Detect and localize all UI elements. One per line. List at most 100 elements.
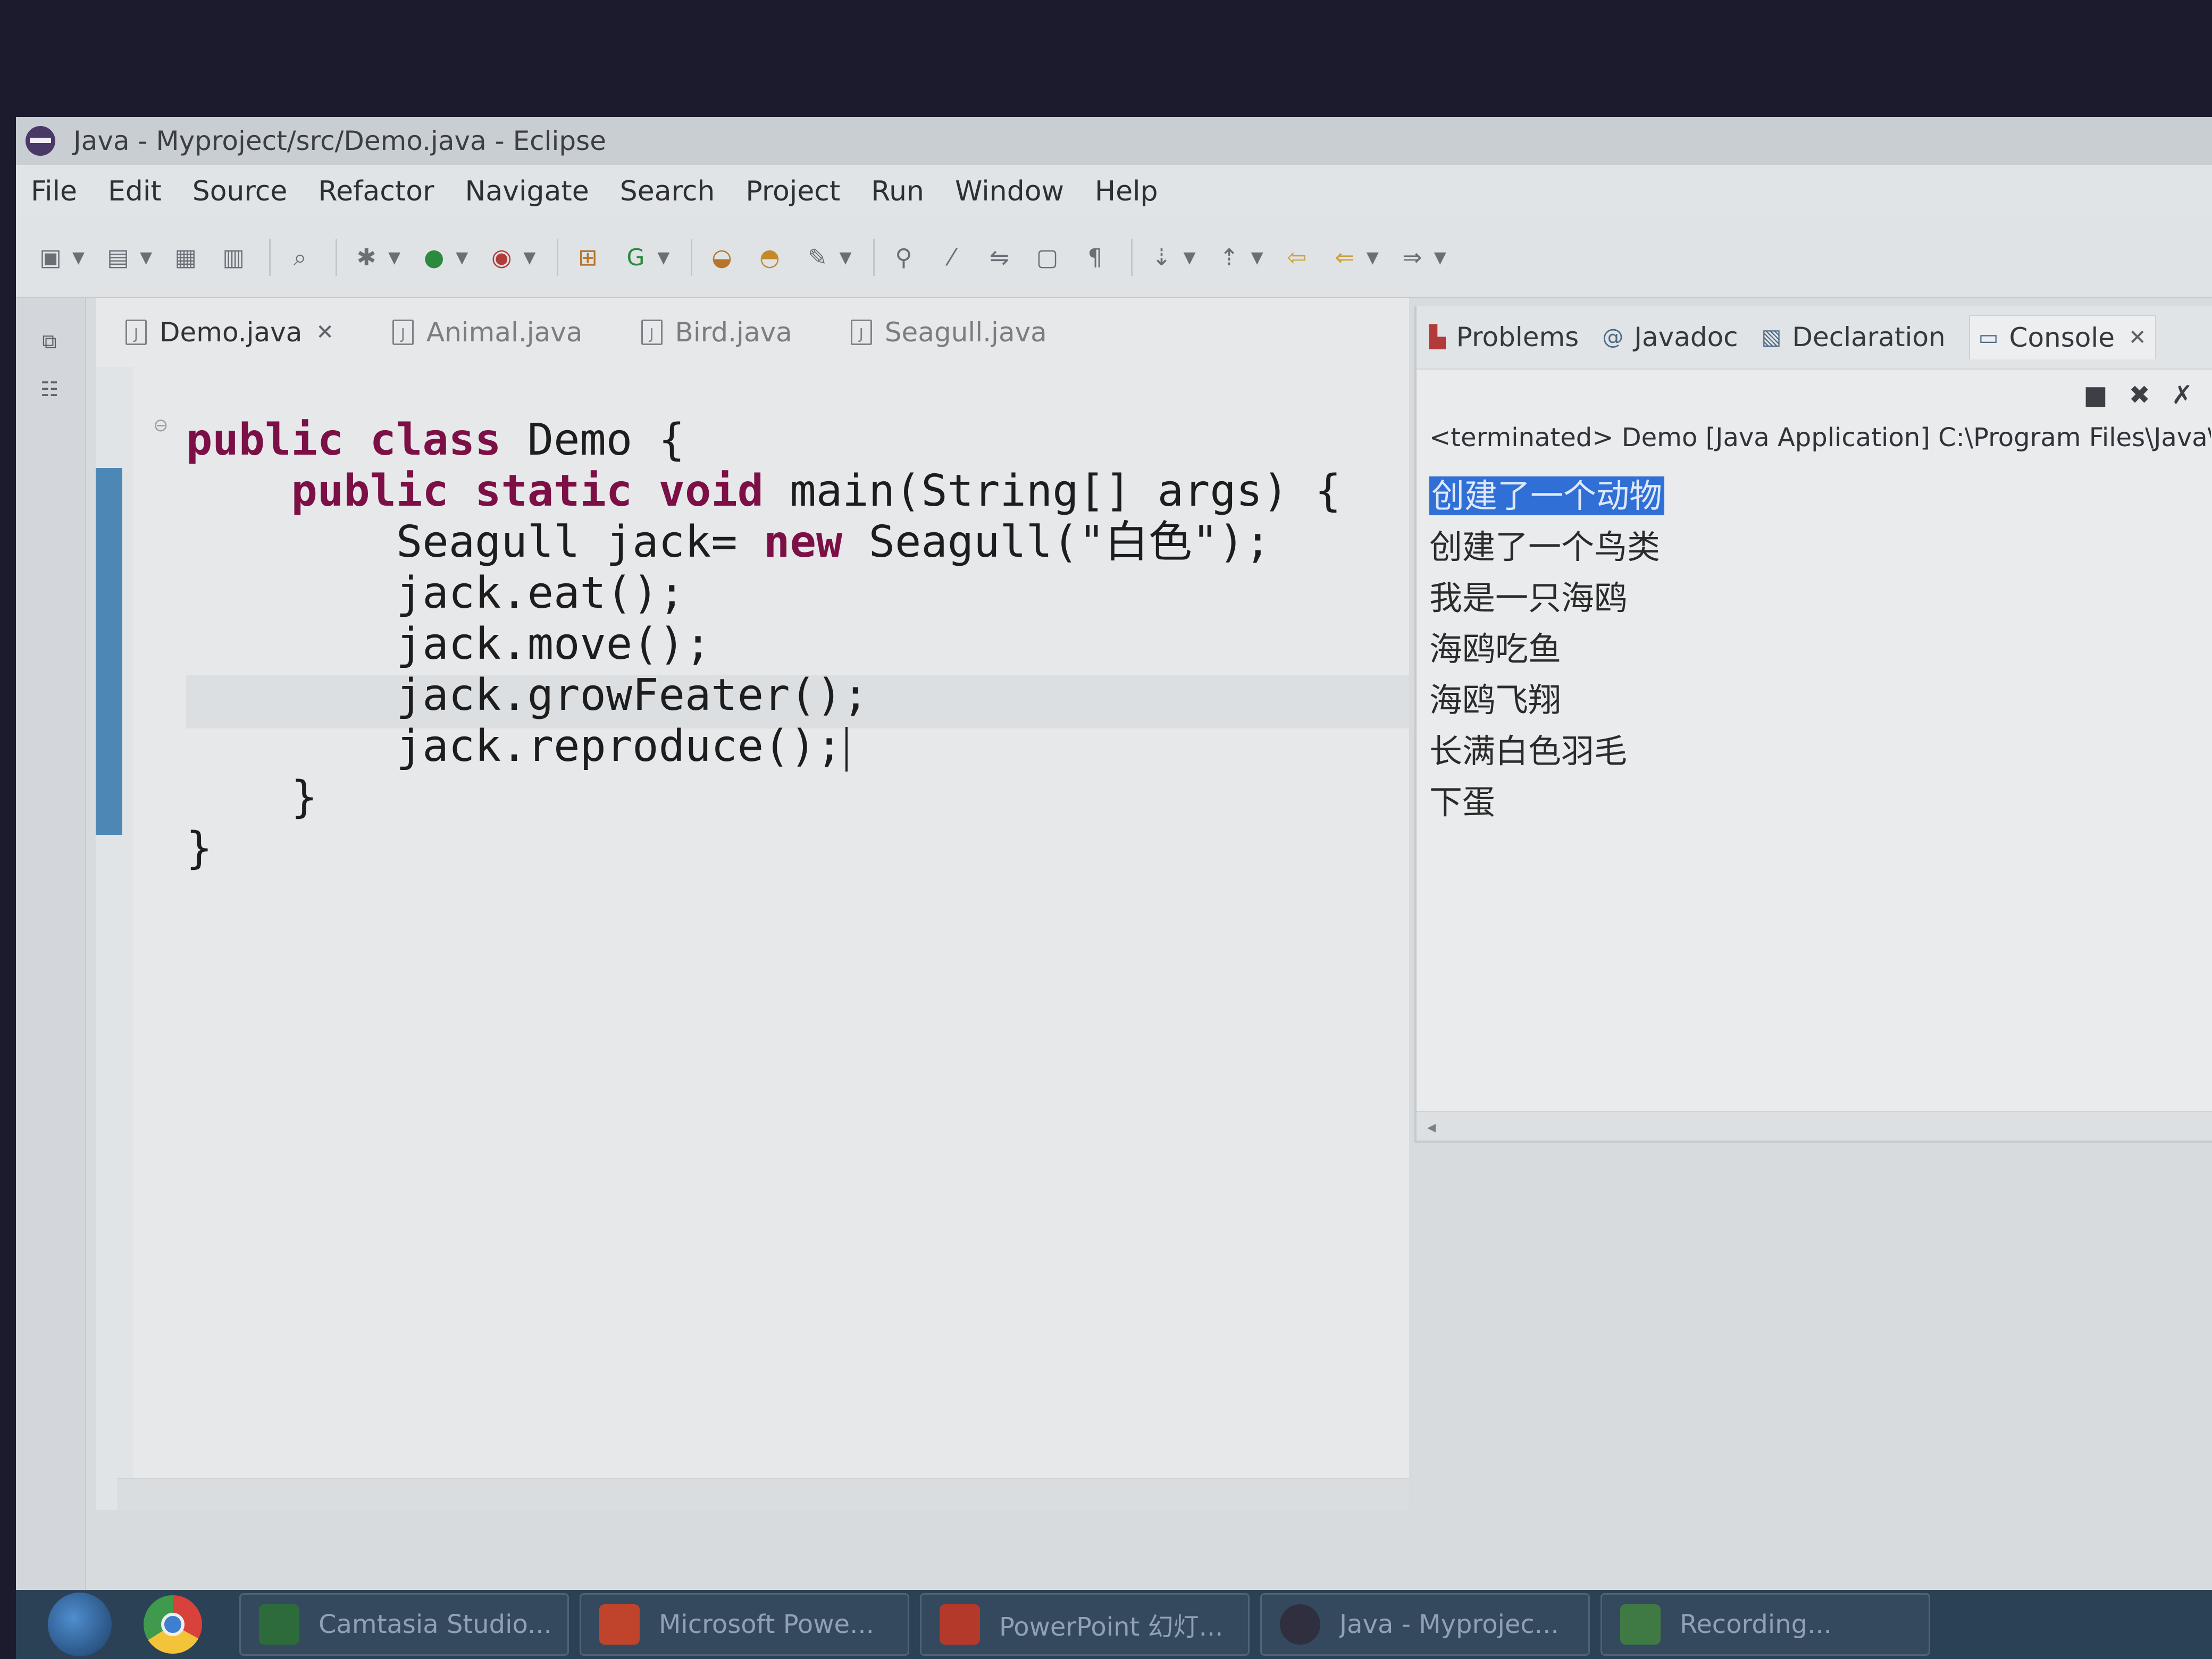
start-button[interactable] xyxy=(48,1593,112,1656)
block-icon[interactable]: ▢ xyxy=(1032,242,1063,273)
run-icon[interactable]: ● xyxy=(418,242,449,273)
new-class-icon[interactable]: ⊞ xyxy=(572,242,603,273)
taskbar-item-camtasia[interactable]: Camtasia Studio... xyxy=(239,1593,569,1656)
taskbar-item-label: Microsoft Powe... xyxy=(659,1610,874,1639)
console-output[interactable]: 创建了一个动物 创建了一个鸟类 我是一只海鸥 海鸥吃鱼 海鸥飞翔 长满白色羽毛 … xyxy=(1429,471,1665,828)
close-icon[interactable]: ✕ xyxy=(316,320,334,345)
powerpoint-icon xyxy=(599,1604,640,1645)
open-type-icon[interactable]: ◒ xyxy=(706,242,737,273)
taskbar-item-eclipse[interactable]: Java - Myprojec... xyxy=(1260,1593,1590,1656)
tab-label: Javadoc xyxy=(1634,322,1738,353)
menu-help[interactable]: Help xyxy=(1095,175,1158,207)
package-explorer-icon[interactable]: ☷ xyxy=(36,378,63,404)
remove-launch-icon[interactable]: ✖ xyxy=(2129,380,2150,410)
menu-refactor[interactable]: Refactor xyxy=(318,175,434,207)
open-folder-icon[interactable]: ◓ xyxy=(754,242,785,273)
debug-dropdown-icon[interactable]: ▼ xyxy=(388,248,400,267)
save-icon[interactable]: ▦ xyxy=(170,242,201,273)
next-annotation-dropdown-icon[interactable]: ▼ xyxy=(1184,248,1196,267)
prev-annotation-dropdown-icon[interactable]: ▼ xyxy=(1251,248,1263,267)
problems-icon: ▙ xyxy=(1429,325,1446,349)
console-line: 创建了一个鸟类 xyxy=(1429,527,1661,566)
tab-demo-java[interactable]: J Demo.java ✕ xyxy=(125,317,334,348)
forward-icon[interactable]: ⇒ xyxy=(1397,242,1428,273)
title-bar[interactable]: Java - Myproject/src/Demo.java - Eclipse xyxy=(16,117,2212,165)
code-line-7: jack.reproduce(); xyxy=(186,721,1341,772)
save-all-icon[interactable]: ▥ xyxy=(218,242,249,273)
chrome-icon[interactable] xyxy=(144,1595,202,1654)
taskbar-item-label: Recording... xyxy=(1680,1610,1832,1639)
restore-icon[interactable]: ⧉ xyxy=(36,330,63,356)
external-dropdown-icon[interactable]: ▼ xyxy=(523,248,535,267)
forward-dropdown-icon[interactable]: ▼ xyxy=(1434,248,1446,267)
taskbar: Camtasia Studio... Microsoft Powe... Pow… xyxy=(16,1590,2212,1659)
last-edit-icon[interactable]: ⇦ xyxy=(1281,242,1312,273)
console-horizontal-scrollbar[interactable]: ◂ xyxy=(1417,1111,2212,1141)
tab-label: Demo.java xyxy=(160,317,303,348)
code-editor[interactable]: J Demo.java ✕ J Animal.java J Bird.java … xyxy=(96,298,1409,1510)
taskbar-item-recording[interactable]: Recording... xyxy=(1601,1593,1930,1656)
annotation-icon[interactable]: ⇋ xyxy=(984,242,1015,273)
declaration-icon: ▧ xyxy=(1761,325,1782,349)
menu-window[interactable]: Window xyxy=(955,175,1064,207)
remove-all-terminated-icon[interactable]: ✗ xyxy=(2172,380,2193,410)
left-trim-bar: ⧉ ☷ xyxy=(16,298,86,1659)
fold-collapse-icon[interactable]: ⊖ xyxy=(153,415,169,436)
new-java-dropdown-icon[interactable]: ▼ xyxy=(657,248,669,267)
tab-seagull-java[interactable]: J Seagull.java xyxy=(850,317,1047,348)
pencil-icon[interactable]: ✎ xyxy=(802,242,833,273)
tab-animal-java[interactable]: J Animal.java xyxy=(392,317,583,348)
terminate-icon[interactable]: ■ xyxy=(2083,380,2107,410)
menu-search[interactable]: Search xyxy=(620,175,715,207)
console-line: 长满白色羽毛 xyxy=(1429,732,1628,770)
menu-navigate[interactable]: Navigate xyxy=(465,175,589,207)
run-dropdown-icon[interactable]: ▼ xyxy=(456,248,468,267)
menu-file[interactable]: File xyxy=(31,175,77,207)
prev-annotation-icon[interactable]: ⇡ xyxy=(1214,242,1245,273)
pin-icon[interactable]: ⚲ xyxy=(889,242,919,273)
scroll-left-icon[interactable]: ◂ xyxy=(1427,1117,1436,1137)
menu-project[interactable]: Project xyxy=(745,175,840,207)
editor-tabs: J Demo.java ✕ J Animal.java J Bird.java … xyxy=(96,298,1409,367)
new-java-icon[interactable]: G xyxy=(620,242,651,273)
pencil-dropdown-icon[interactable]: ▼ xyxy=(839,248,851,267)
back-dropdown-icon[interactable]: ▼ xyxy=(1367,248,1379,267)
console-actions: ■ ✖ ✗ xyxy=(2062,380,2193,410)
next-annotation-icon[interactable]: ⇣ xyxy=(1146,242,1177,273)
package-dropdown-icon[interactable]: ▼ xyxy=(140,248,152,267)
code-text[interactable]: public class Demo { public static void m… xyxy=(186,415,1341,874)
taskbar-item-slideshow[interactable]: PowerPoint 幻灯... xyxy=(920,1593,1250,1656)
menu-run[interactable]: Run xyxy=(871,175,924,207)
java-file-icon: J xyxy=(850,320,872,345)
menu-edit[interactable]: Edit xyxy=(108,175,162,207)
console-line: 我是一只海鸥 xyxy=(1429,579,1628,617)
camtasia-icon xyxy=(259,1604,299,1645)
new-icon[interactable]: ▣ xyxy=(35,242,66,273)
recording-icon xyxy=(1620,1604,1661,1645)
search-icon[interactable]: ⌕ xyxy=(284,242,315,273)
close-icon[interactable]: ✕ xyxy=(2129,325,2147,350)
external-tools-icon[interactable]: ◉ xyxy=(486,242,517,273)
code-line-8: } xyxy=(291,772,317,823)
taskbar-item-powerpoint[interactable]: Microsoft Powe... xyxy=(580,1593,909,1656)
tab-bird-java[interactable]: J Bird.java xyxy=(641,317,792,348)
code-line-5: jack.move(); xyxy=(396,619,711,669)
code-line-9: } xyxy=(186,823,213,874)
tab-console[interactable]: ▭ Console ✕ xyxy=(1968,315,2156,359)
editor-horizontal-scrollbar[interactable] xyxy=(117,1478,1409,1510)
new-dropdown-icon[interactable]: ▼ xyxy=(72,248,85,267)
new-package-icon[interactable]: ▤ xyxy=(103,242,133,273)
console-panel: ▙ Problems @ Javadoc ▧ Declaration ▭ Con… xyxy=(1414,306,2212,1143)
debug-icon[interactable]: ✱ xyxy=(351,242,382,273)
tab-label: Seagull.java xyxy=(884,317,1047,348)
tab-problems[interactable]: ▙ Problems xyxy=(1429,322,1579,353)
tab-declaration[interactable]: ▧ Declaration xyxy=(1762,322,1946,353)
code-line-3: Seagull jack= new Seagull("白色"); xyxy=(396,517,1271,567)
back-icon[interactable]: ⇐ xyxy=(1329,242,1360,273)
slideshow-icon xyxy=(940,1604,980,1645)
mark-icon[interactable]: ⁄ xyxy=(936,242,967,273)
menu-source[interactable]: Source xyxy=(192,175,288,207)
tab-javadoc[interactable]: @ Javadoc xyxy=(1602,322,1738,353)
taskbar-item-label: PowerPoint 幻灯... xyxy=(999,1612,1224,1642)
pilcrow-icon[interactable]: ¶ xyxy=(1080,242,1111,273)
